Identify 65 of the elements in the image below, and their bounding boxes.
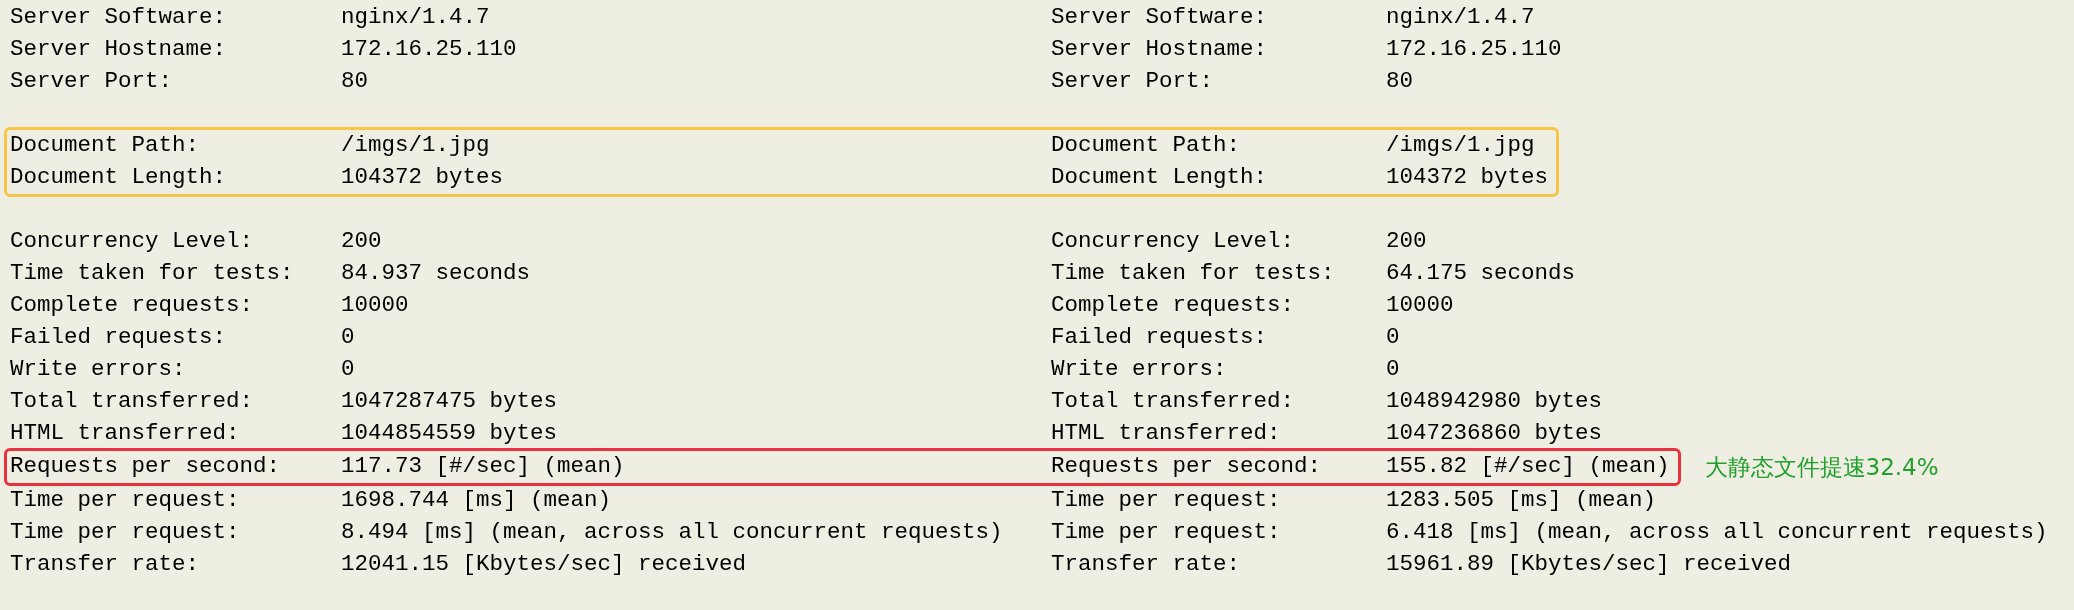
field-value: 0 — [1386, 323, 1401, 353]
field-value: 10000 — [341, 291, 410, 321]
field-value: 1047236860 bytes — [1386, 419, 1604, 449]
field-label: Server Port: — [1051, 67, 1215, 97]
field-value: 15961.89 [Kbytes/sec] received — [1386, 549, 1793, 579]
field-label: Document Length: — [1051, 163, 1269, 193]
field-value: nginx/1.4.7 — [1386, 3, 1536, 33]
field-value: 172.16.25.110 — [1386, 35, 1563, 65]
field-value: 172.16.25.110 — [341, 35, 518, 65]
field-label: Server Software: — [1051, 3, 1269, 33]
field-label: Total transferred: — [10, 387, 255, 417]
field-value: 0 — [1386, 355, 1401, 385]
field-label: Transfer rate: — [1051, 549, 1242, 579]
field-label: Server Hostname: — [1051, 35, 1269, 65]
field-value: /imgs/1.jpg — [341, 131, 491, 161]
field-value: 84.937 seconds — [341, 259, 532, 289]
field-label: Document Path: — [10, 131, 201, 161]
field-label: Write errors: — [10, 355, 187, 385]
annotation-text: 大静态文件提速32.4% — [1704, 453, 1939, 482]
field-value: 1048942980 bytes — [1386, 387, 1604, 417]
field-value: 155.82 [#/sec] (mean) — [1386, 452, 1671, 482]
field-value: 117.73 [#/sec] (mean) — [341, 452, 626, 482]
field-label: Failed requests: — [10, 323, 228, 353]
field-label: Concurrency Level: — [10, 227, 255, 257]
field-label: Server Software: — [10, 3, 228, 33]
field-value: 80 — [341, 67, 369, 97]
field-label: Transfer rate: — [10, 549, 201, 579]
field-value: 1283.505 [ms] (mean) — [1386, 485, 1658, 515]
field-label: Complete requests: — [1051, 291, 1296, 321]
field-label: Concurrency Level: — [1051, 227, 1296, 257]
field-label: Write errors: — [1051, 355, 1228, 385]
field-value: 1698.744 [ms] (mean) — [341, 485, 613, 515]
field-label: Server Hostname: — [10, 35, 228, 65]
field-label: HTML transferred: — [1051, 419, 1282, 449]
field-value: 1044854559 bytes — [341, 419, 559, 449]
field-value: 64.175 seconds — [1386, 259, 1577, 289]
field-label: Document Path: — [1051, 131, 1242, 161]
field-label: HTML transferred: — [10, 419, 241, 449]
field-label: Time per request: — [1051, 517, 1282, 547]
field-label: Server Port: — [10, 67, 174, 97]
field-label: Requests per second: — [1051, 452, 1323, 482]
field-value: 0 — [341, 355, 356, 385]
field-value: nginx/1.4.7 — [341, 3, 491, 33]
field-label: Document Length: — [10, 163, 228, 193]
field-label: Time per request: — [10, 485, 241, 515]
field-value: 8.494 [ms] (mean, across all concurrent requests) — [341, 517, 1004, 547]
field-label: Time per request: — [10, 517, 241, 547]
field-label: Failed requests: — [1051, 323, 1269, 353]
field-label: Time taken for tests: — [10, 259, 295, 289]
field-value: 12041.15 [Kbytes/sec] received — [341, 549, 748, 579]
field-label: Complete requests: — [10, 291, 255, 321]
field-value: 80 — [1386, 67, 1414, 97]
field-value: 0 — [341, 323, 356, 353]
field-value: /imgs/1.jpg — [1386, 131, 1536, 161]
field-value: 1047287475 bytes — [341, 387, 559, 417]
field-value: 104372 bytes — [341, 163, 505, 193]
field-value: 200 — [341, 227, 383, 257]
field-value: 200 — [1386, 227, 1428, 257]
field-value: 104372 bytes — [1386, 163, 1550, 193]
field-label: Requests per second: — [10, 452, 282, 482]
field-value: 6.418 [ms] (mean, across all concurrent requests) — [1386, 517, 2049, 547]
field-value: 10000 — [1386, 291, 1455, 321]
field-label: Time per request: — [1051, 485, 1282, 515]
field-label: Time taken for tests: — [1051, 259, 1336, 289]
field-label: Total transferred: — [1051, 387, 1296, 417]
